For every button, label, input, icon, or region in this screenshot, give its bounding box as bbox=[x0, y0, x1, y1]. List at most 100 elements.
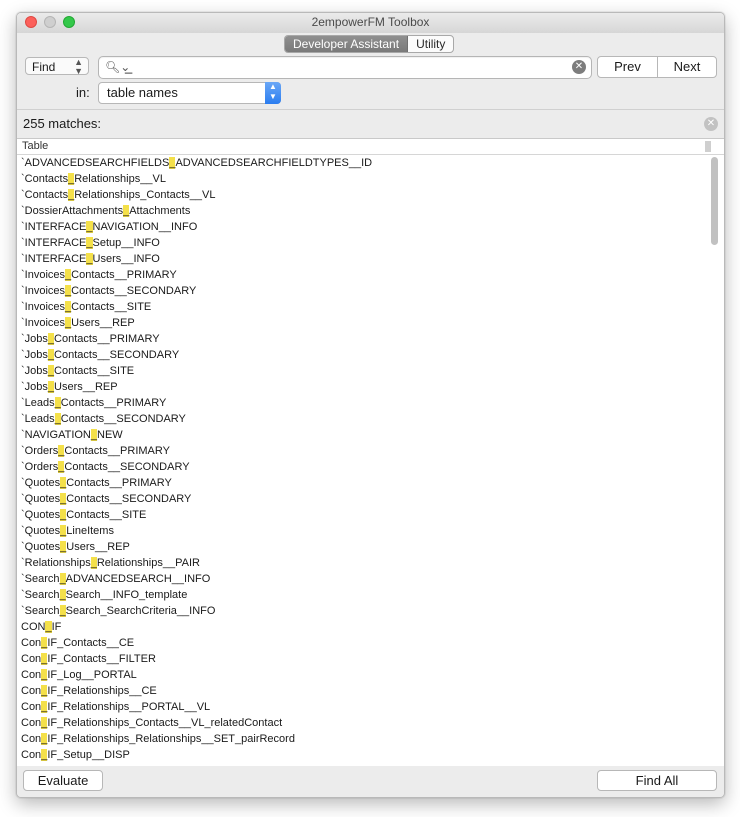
zoom-window-button[interactable] bbox=[63, 16, 75, 28]
row-text-before: `INTERFACE bbox=[21, 253, 87, 265]
find-mode-select[interactable]: Find ▲ ▼ bbox=[25, 57, 89, 76]
row-text-before: `ADVANCEDSEARCHFIELDS bbox=[21, 157, 170, 169]
row-text-before: `Search bbox=[21, 573, 60, 585]
search-field[interactable]: 🔍︎⌄ _ ✕ bbox=[98, 56, 592, 79]
row-text-after: Contacts__PRIMARY bbox=[64, 445, 170, 457]
tab-utility[interactable]: Utility bbox=[408, 36, 453, 52]
clear-search-icon[interactable]: ✕ bbox=[572, 60, 586, 74]
row-text-after: Search_SearchCriteria__INFO bbox=[65, 605, 216, 617]
table-row[interactable]: Con_IF_Setup__DISP bbox=[17, 747, 709, 763]
table-row[interactable]: `DossierAttachments_Attachments bbox=[17, 203, 709, 219]
table-row[interactable]: `Invoices_Contacts__SECONDARY bbox=[17, 283, 709, 299]
table-row[interactable]: `Leads_Contacts__SECONDARY bbox=[17, 411, 709, 427]
table-row[interactable]: `Relationships_Relationships__PAIR bbox=[17, 555, 709, 571]
table-row[interactable]: `Jobs_Contacts__SITE bbox=[17, 363, 709, 379]
table-row[interactable]: Con_IF_Contacts__CE bbox=[17, 635, 709, 651]
tab-developer-assistant[interactable]: Developer Assistant bbox=[285, 36, 409, 52]
table-row[interactable]: `Search_Search__INFO_template bbox=[17, 587, 709, 603]
table-row[interactable]: `Jobs_Contacts__SECONDARY bbox=[17, 347, 709, 363]
row-text-before: Con bbox=[21, 749, 42, 761]
table-row[interactable]: `INTERFACE_Users__INFO bbox=[17, 251, 709, 267]
row-text-after: Contacts__SITE bbox=[71, 301, 152, 313]
table-row[interactable]: `Quotes_LineItems bbox=[17, 523, 709, 539]
table-row[interactable]: `INTERFACE_Setup__INFO bbox=[17, 235, 709, 251]
row-text-before: `Jobs bbox=[21, 365, 48, 377]
table-row[interactable]: Con_IF_Contacts__FILTER bbox=[17, 651, 709, 667]
scope-select[interactable]: table names ▲ ▼ bbox=[98, 82, 281, 104]
row-text-after: Setup__INFO bbox=[92, 237, 160, 249]
row-text-after: IF bbox=[51, 621, 62, 633]
row-text-after: IF_Relationships_Relationships__SET_pair… bbox=[47, 733, 295, 745]
table-row[interactable]: CON_IF bbox=[17, 619, 709, 635]
row-text-before: `Jobs bbox=[21, 333, 48, 345]
row-text-after: Contacts__SITE bbox=[54, 365, 135, 377]
select-arrows-icon: ▲ ▼ bbox=[265, 82, 281, 104]
row-text-before: `Quotes bbox=[21, 541, 61, 553]
evaluate-button[interactable]: Evaluate bbox=[23, 770, 103, 791]
table-row[interactable]: `Invoices_Contacts__PRIMARY bbox=[17, 267, 709, 283]
table-row[interactable]: Con_IF_Relationships_Relationships__SET_… bbox=[17, 731, 709, 747]
row-text-before: Con bbox=[21, 653, 42, 665]
row-text-before: `Contacts bbox=[21, 173, 69, 185]
table-row[interactable]: `Jobs_Users__REP bbox=[17, 379, 709, 395]
row-text-after: Contacts__PRIMARY bbox=[54, 333, 160, 345]
table-row[interactable]: `Quotes_Users__REP bbox=[17, 539, 709, 555]
table-row[interactable]: `Search_ADVANCEDSEARCH__INFO bbox=[17, 571, 709, 587]
find-all-button[interactable]: Find All bbox=[597, 770, 717, 791]
row-text-after: IF_Contacts__CE bbox=[47, 637, 135, 649]
row-text-after: IF_Relationships__PORTAL__VL bbox=[47, 701, 211, 713]
minimize-window-button[interactable] bbox=[44, 16, 56, 28]
table-row[interactable]: Con_IF_Relationships__CE bbox=[17, 683, 709, 699]
clear-results-icon[interactable]: ✕ bbox=[704, 117, 718, 131]
table-row[interactable]: `Invoices_Users__REP bbox=[17, 315, 709, 331]
row-text-before: `NAVIGATION bbox=[21, 429, 91, 441]
table-row[interactable]: `Orders_Contacts__PRIMARY bbox=[17, 443, 709, 459]
row-text-before: `Search bbox=[21, 589, 60, 601]
close-window-button[interactable] bbox=[25, 16, 37, 28]
table-row[interactable]: `Quotes_Contacts__SITE bbox=[17, 507, 709, 523]
table-row[interactable]: `Contacts_Relationships_Contacts__VL bbox=[17, 187, 709, 203]
row-text-before: `Relationships bbox=[21, 557, 91, 569]
row-text-before: `Orders bbox=[21, 461, 59, 473]
table-row[interactable]: `Contacts_Relationships__VL bbox=[17, 171, 709, 187]
row-text-after: IF_Log__PORTAL bbox=[47, 669, 137, 681]
results-list: `ADVANCEDSEARCHFIELDS_ADVANCEDSEARCHFIEL… bbox=[17, 155, 709, 763]
table-row[interactable]: Con_IF_Log__PORTAL bbox=[17, 667, 709, 683]
row-text-before: `INTERFACE bbox=[21, 237, 87, 249]
vertical-scrollbar[interactable] bbox=[711, 157, 718, 245]
row-text-before: `Quotes bbox=[21, 525, 61, 537]
table-row[interactable]: `ADVANCEDSEARCHFIELDS_ADVANCEDSEARCHFIEL… bbox=[17, 155, 709, 171]
title-bar: 2empowerFM Toolbox bbox=[17, 13, 724, 33]
row-text-after: Users__REP bbox=[71, 317, 135, 329]
prev-button[interactable]: Prev bbox=[597, 56, 658, 78]
table-row[interactable]: `Orders_Contacts__SECONDARY bbox=[17, 459, 709, 475]
mode-tabs: Developer Assistant Utility bbox=[284, 35, 455, 53]
table-row[interactable]: `Quotes_Contacts__SECONDARY bbox=[17, 491, 709, 507]
row-text-after: NAVIGATION__INFO bbox=[92, 221, 198, 233]
row-text-after: Users__INFO bbox=[92, 253, 160, 265]
table-row[interactable]: Con_IF_Relationships_Contacts__VL_relate… bbox=[17, 715, 709, 731]
table-row[interactable]: `Leads_Contacts__PRIMARY bbox=[17, 395, 709, 411]
row-text-after: Relationships_Contacts__VL bbox=[74, 189, 216, 201]
row-text-before: `DossierAttachments bbox=[21, 205, 124, 217]
row-text-before: CON bbox=[21, 621, 46, 633]
row-text-after: Contacts__SECONDARY bbox=[60, 413, 186, 425]
next-button[interactable]: Next bbox=[657, 56, 717, 78]
row-text-after: Relationships__PAIR bbox=[96, 557, 200, 569]
table-row[interactable]: `Search_Search_SearchCriteria__INFO bbox=[17, 603, 709, 619]
row-text-before: Con bbox=[21, 669, 42, 681]
match-bar: 255 matches: ✕ bbox=[17, 109, 724, 138]
table-row[interactable]: `NAVIGATION_NEW bbox=[17, 427, 709, 443]
table-row[interactable]: `Invoices_Contacts__SITE bbox=[17, 299, 709, 315]
match-count: 255 matches: bbox=[23, 116, 102, 131]
table-row[interactable]: `Quotes_Contacts__PRIMARY bbox=[17, 475, 709, 491]
row-text-before: `Contacts bbox=[21, 189, 69, 201]
row-text-before: `Invoices bbox=[21, 285, 66, 297]
table-row[interactable]: `Jobs_Contacts__PRIMARY bbox=[17, 331, 709, 347]
results-table: Table `ADVANCEDSEARCHFIELDS_ADVANCEDSEAR… bbox=[17, 138, 724, 767]
row-text-after: Contacts__SECONDARY bbox=[64, 461, 190, 473]
column-header-table[interactable]: Table bbox=[17, 139, 724, 155]
table-row[interactable]: Con_IF_Relationships__PORTAL__VL bbox=[17, 699, 709, 715]
column-divider bbox=[705, 141, 711, 152]
table-row[interactable]: `INTERFACE_NAVIGATION__INFO bbox=[17, 219, 709, 235]
